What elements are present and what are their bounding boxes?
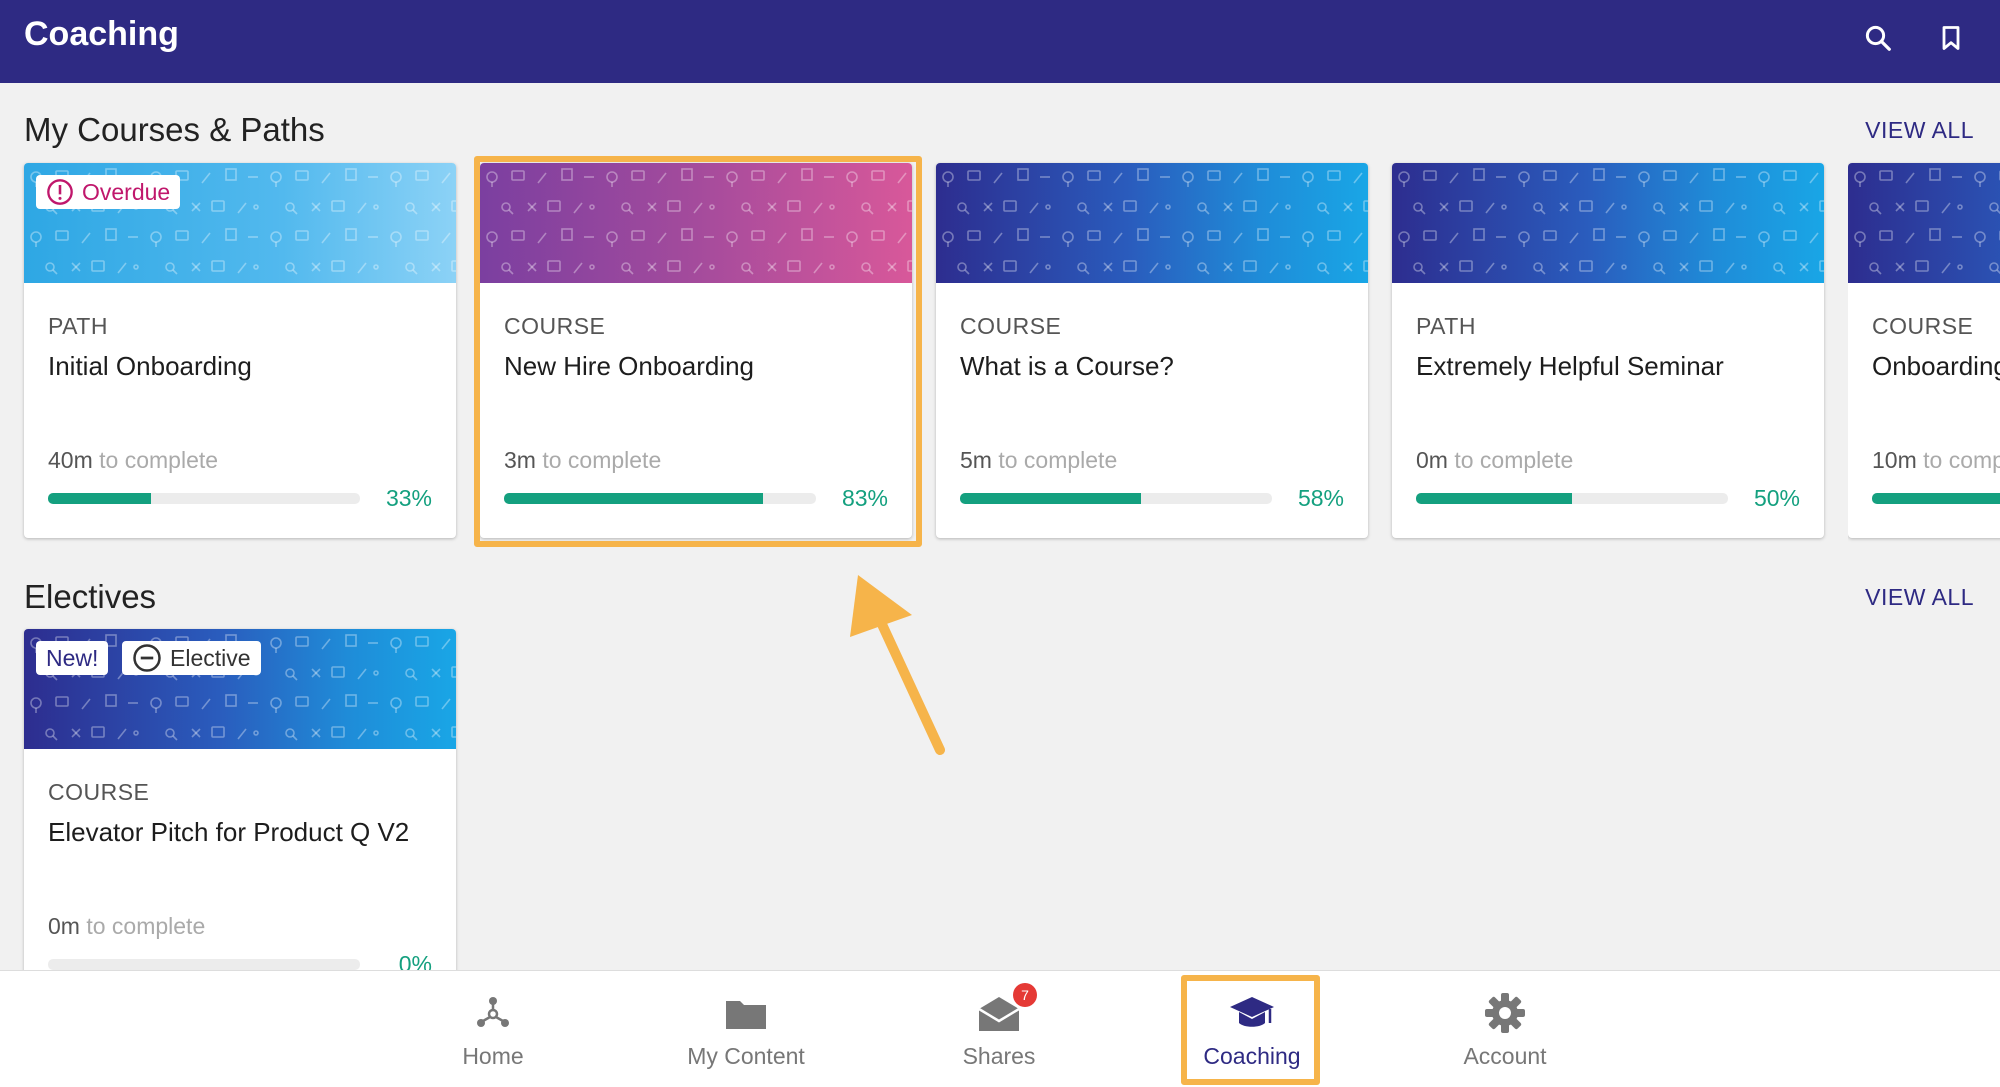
- bottom-navigation: Home My Content 7 Shares Coaching Accoun…: [0, 970, 2000, 1087]
- nav-home[interactable]: Home: [423, 971, 563, 1081]
- card-duration: 10m to comp: [1872, 447, 2000, 473]
- card-title: New Hire Onboarding: [504, 351, 755, 381]
- progress-fill: [504, 493, 763, 504]
- notification-badge: 7: [1013, 983, 1037, 1007]
- electives-clip: New! Elective COURSE Elevator Pitch for …: [20, 625, 465, 970]
- nav-label: Coaching: [1203, 1043, 1301, 1069]
- course-card[interactable]: COURSE New Hire Onboarding 3m to complet…: [480, 163, 912, 538]
- progress-bar: [48, 959, 360, 970]
- view-all-electives-button[interactable]: VIEW ALL: [1865, 582, 1974, 612]
- nav-coaching[interactable]: Coaching: [1182, 971, 1322, 1081]
- card-banner: [480, 163, 912, 283]
- progress-fill: [960, 493, 1141, 504]
- elective-badge: Elective: [122, 641, 261, 675]
- bookmark-icon[interactable]: [1929, 16, 1973, 60]
- home-network-icon: [477, 997, 509, 1027]
- card-title: Onboarding: [1872, 351, 2000, 381]
- card-title: Elevator Pitch for Product Q V2: [48, 817, 410, 847]
- minus-circle-icon: [133, 644, 161, 672]
- progress-percent: 0%: [398, 951, 432, 970]
- card-type: COURSE: [504, 313, 606, 339]
- card-banner: [936, 163, 1368, 283]
- card-duration: 5m to complete: [960, 447, 1118, 473]
- overdue-badge-label: Overdue: [82, 178, 171, 205]
- card-banner: Overdue: [24, 163, 456, 283]
- view-all-my-courses-button[interactable]: VIEW ALL: [1865, 115, 1974, 145]
- card-title: Initial Onboarding: [48, 351, 252, 381]
- card-type: PATH: [1416, 313, 1476, 339]
- card-duration: 40m to complete: [48, 447, 219, 473]
- card-banner: [1392, 163, 1824, 283]
- section-title-my-courses: My Courses & Paths: [24, 111, 325, 148]
- nav-my-content[interactable]: My Content: [676, 971, 816, 1081]
- progress-bar: [48, 493, 360, 504]
- progress-bar: [960, 493, 1272, 504]
- progress-fill: [48, 493, 151, 504]
- card-type: COURSE: [48, 779, 150, 805]
- card-type: PATH: [48, 313, 108, 339]
- course-card[interactable]: COURSE Onboarding 10m to comp: [1848, 163, 2000, 538]
- card-type: COURSE: [960, 313, 1062, 339]
- nav-label: Account: [1463, 1043, 1547, 1069]
- nav-shares[interactable]: 7 Shares: [929, 971, 1069, 1081]
- card-banner: New! Elective: [24, 629, 456, 749]
- card-duration: 3m to complete: [504, 447, 662, 473]
- app-title: Coaching: [24, 15, 179, 53]
- search-icon[interactable]: [1856, 16, 1900, 60]
- card-clip: COURSE Onboarding 10m to comp: [1848, 160, 2000, 545]
- progress-fill: [1416, 493, 1572, 504]
- graduation-cap-icon: [1230, 997, 1274, 1027]
- progress-percent: 33%: [385, 485, 432, 511]
- card-title: Extremely Helpful Seminar: [1416, 351, 1724, 381]
- new-badge: New!: [36, 641, 109, 675]
- top-app-bar: Coaching: [0, 0, 2000, 83]
- progress-bar: [1872, 493, 2000, 504]
- progress-percent: 50%: [1753, 485, 1800, 511]
- overdue-badge: Overdue: [36, 175, 181, 209]
- section-title-electives: Electives: [24, 578, 157, 615]
- nav-label: My Content: [687, 1043, 805, 1069]
- card-banner: [1848, 163, 2000, 283]
- course-card[interactable]: COURSE What is a Course? 5m to complete …: [936, 163, 1368, 538]
- progress-bar: [504, 493, 816, 504]
- course-card[interactable]: New! Elective COURSE Elevator Pitch for …: [24, 629, 456, 970]
- card-duration: 0m to complete: [48, 913, 206, 939]
- course-card[interactable]: Overdue PATH Initial Onboarding 40m to c…: [24, 163, 456, 538]
- card-type: COURSE: [1872, 313, 1974, 339]
- progress-fill: [1872, 493, 2000, 504]
- card-title: What is a Course?: [960, 351, 1174, 381]
- nav-label: Home: [462, 1043, 524, 1069]
- nav-label: Shares: [962, 1043, 1036, 1069]
- alert-circle-icon: [47, 179, 73, 205]
- elective-badge-label: Elective: [170, 644, 251, 671]
- folder-icon: [726, 1001, 766, 1029]
- nav-account[interactable]: Account: [1435, 971, 1575, 1081]
- card-duration: 0m to complete: [1416, 447, 1574, 473]
- gear-icon: [1485, 993, 1525, 1033]
- progress-percent: 58%: [1297, 485, 1344, 511]
- course-card[interactable]: PATH Extremely Helpful Seminar 0m to com…: [1392, 163, 1824, 538]
- annotation-arrow: [850, 575, 945, 755]
- progress-bar: [1416, 493, 1728, 504]
- progress-percent: 83%: [841, 485, 888, 511]
